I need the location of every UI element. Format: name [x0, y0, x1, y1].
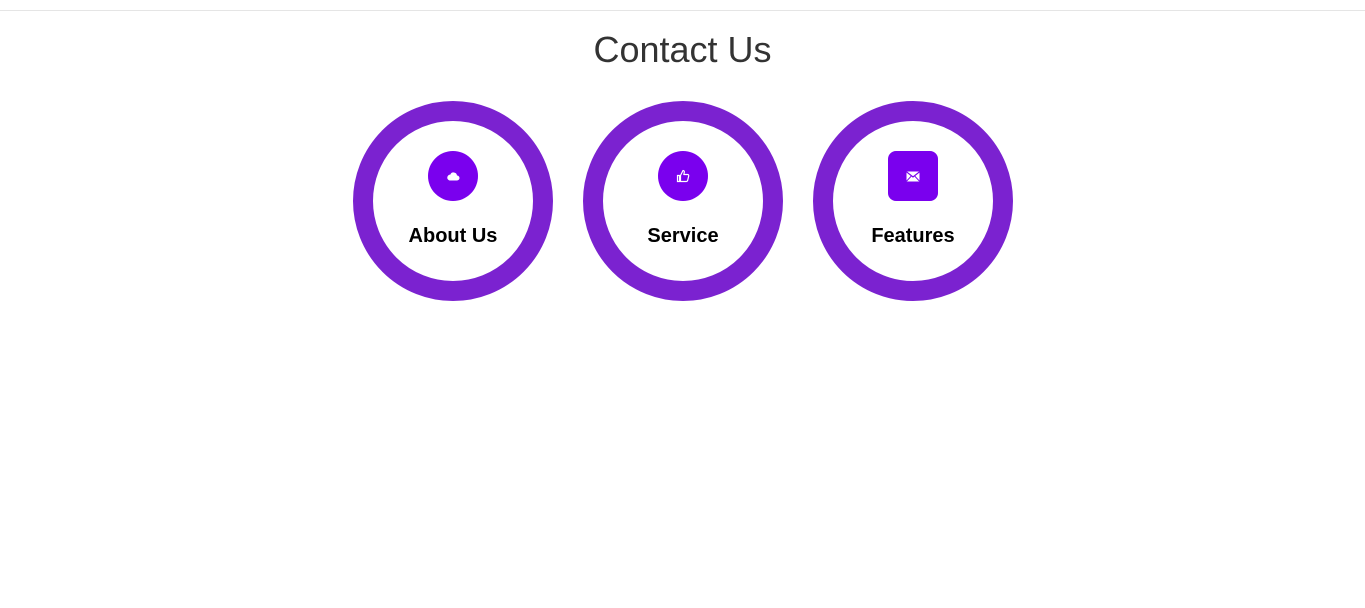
thumbs-up-icon: [658, 151, 708, 201]
card-label-service: Service: [647, 225, 719, 247]
card-service[interactable]: Service: [583, 101, 783, 301]
page-title: Contact Us: [593, 29, 772, 70]
card-features[interactable]: Features: [813, 101, 1013, 301]
card-label-about-us: About Us: [408, 225, 498, 247]
cloud-icon: [428, 151, 478, 201]
top-divider: [0, 10, 1365, 11]
envelope-icon: [888, 151, 938, 201]
card-about-us[interactable]: About Us: [353, 101, 553, 301]
card-label-features: Features: [871, 225, 955, 247]
